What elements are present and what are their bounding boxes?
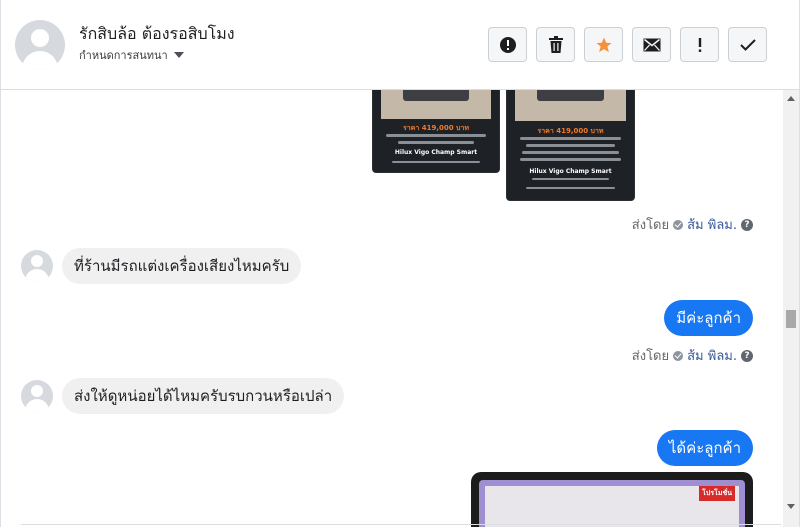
card-model-text: Hilux Vigo Champ Smart xyxy=(394,149,478,156)
star-icon xyxy=(596,37,611,52)
promo-tag: โปรโมชั่น xyxy=(699,486,735,501)
incoming-message: ส่งให้ดูหน่อยได้ไหมครับรบกวนหรือเปล่า xyxy=(21,378,345,414)
alert-circle-icon xyxy=(499,36,516,53)
done-button[interactable] xyxy=(728,27,767,62)
sender-name-link[interactable]: ส้ม พิลม. xyxy=(687,214,737,235)
image-attachment[interactable]: ราคา 419,000 บาท Hilux Vigo Champ Smart xyxy=(372,90,500,173)
incoming-bubble[interactable]: ที่ร้านมีรถแต่งเครื่องเสียงไหมครับ xyxy=(62,248,302,284)
contact-avatar[interactable] xyxy=(15,20,65,70)
check-circle-icon xyxy=(673,219,684,230)
image-attachment[interactable]: โปรโมชั่น xyxy=(471,472,753,527)
star-button[interactable] xyxy=(584,27,623,62)
sent-by-prefix: ส่งโดย xyxy=(631,349,670,364)
header-actions xyxy=(488,27,767,62)
scroll-thumb[interactable] xyxy=(786,310,796,328)
card-model-text: Hilux Vigo Champ Smart xyxy=(529,168,612,175)
card-price-text: ราคา 419,000 บาท xyxy=(402,124,470,132)
outgoing-bubble[interactable]: มีค่ะลูกค้า xyxy=(664,300,753,336)
conversation-status-dropdown[interactable]: กำหนดการสนทนา xyxy=(79,46,184,64)
sender-name-link[interactable]: ส้ม พิลม. xyxy=(687,345,737,366)
trash-icon xyxy=(548,35,563,53)
sent-by-meta: ส่งโดย ส้ม พิลม. ? xyxy=(632,214,753,235)
exclamation-icon xyxy=(698,37,701,52)
contact-avatar-small[interactable] xyxy=(21,380,53,412)
image-attachment[interactable]: ราคา 419,000 บาท Hilux Vigo Champ Smart xyxy=(506,90,635,201)
delete-button[interactable] xyxy=(536,27,575,62)
spam-button[interactable] xyxy=(488,27,527,62)
conversation-status-label: กำหนดการสนทนา xyxy=(79,49,168,62)
scroll-up-arrow-icon[interactable] xyxy=(787,96,795,101)
caret-down-icon xyxy=(173,52,184,58)
mark-unread-button[interactable] xyxy=(632,27,671,62)
message-thread[interactable]: ราคา 419,000 บาท Hilux Vigo Champ Smart … xyxy=(1,90,785,527)
check-icon xyxy=(739,38,756,51)
contact-name[interactable]: รักสิบล้อ ต้องรอสิบโมง xyxy=(79,22,235,47)
conversation-window: รักสิบล้อ ต้องรอสิบโมง กำหนดการสนทนา ราค… xyxy=(0,0,800,527)
scroll-down-arrow-icon[interactable] xyxy=(787,504,795,509)
important-button[interactable] xyxy=(680,27,719,62)
sent-by-meta: ส่งโดย ส้ม พิลม. ? xyxy=(632,345,753,366)
envelope-icon xyxy=(643,38,660,51)
conversation-header: รักสิบล้อ ต้องรอสิบโมง กำหนดการสนทนา xyxy=(1,0,799,90)
outgoing-bubble[interactable]: ได้ค่ะลูกค้า xyxy=(656,430,753,466)
chat-scrollbar[interactable] xyxy=(783,90,799,527)
check-circle-icon xyxy=(673,350,684,361)
incoming-message: ที่ร้านมีรถแต่งเครื่องเสียงไหมครับ xyxy=(21,248,302,284)
contact-avatar-small[interactable] xyxy=(21,250,53,282)
help-icon[interactable]: ? xyxy=(741,349,753,362)
help-icon[interactable]: ? xyxy=(741,218,753,231)
card-price-text: ราคา 419,000 บาท xyxy=(537,127,604,135)
incoming-bubble[interactable]: ส่งให้ดูหน่อยได้ไหมครับรบกวนหรือเปล่า xyxy=(62,378,345,414)
sent-by-prefix: ส่งโดย xyxy=(631,218,670,233)
